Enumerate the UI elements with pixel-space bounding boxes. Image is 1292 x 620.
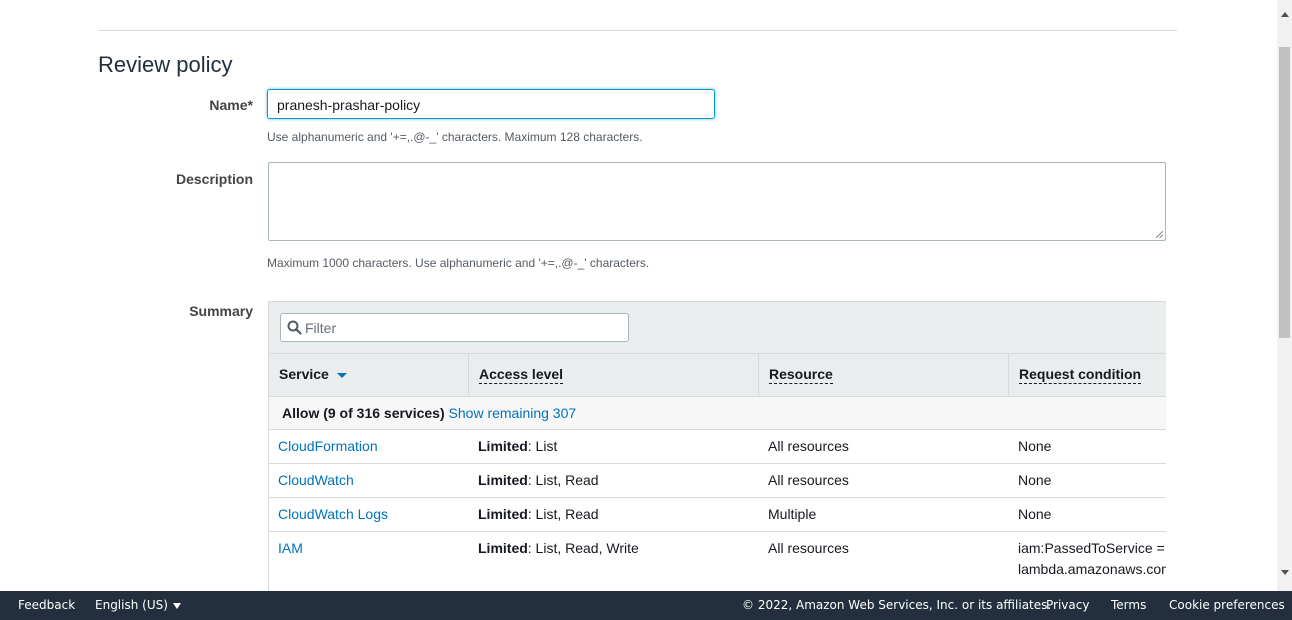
console-footer: Feedback English (US) © 2022, Amazon Web… bbox=[0, 591, 1292, 620]
allow-group-row: Allow (9 of 316 services) Show remaining… bbox=[269, 396, 1166, 430]
service-link[interactable]: CloudWatch Logs bbox=[278, 498, 388, 531]
name-label: Name* bbox=[209, 97, 253, 113]
column-resource[interactable]: Resource bbox=[759, 354, 1009, 397]
column-access-level-label: Access level bbox=[479, 366, 564, 384]
scroll-down-arrow-icon[interactable] bbox=[1281, 570, 1289, 575]
service-link[interactable]: CloudFormation bbox=[278, 430, 378, 463]
page-title: Review policy bbox=[98, 52, 233, 77]
resource-cell: Multiple bbox=[768, 506, 817, 522]
description-label: Description bbox=[175, 171, 253, 187]
resource-cell: All resources bbox=[768, 472, 849, 488]
condition-cell: None bbox=[1018, 472, 1052, 488]
summary-label: Summary bbox=[189, 303, 253, 319]
column-access-level[interactable]: Access level bbox=[469, 354, 759, 397]
access-level-cell: Limited: List, Read bbox=[478, 506, 599, 522]
scrollbar-thumb[interactable] bbox=[1279, 47, 1290, 338]
condition-line: iam:PassedToService = bbox=[1018, 540, 1165, 556]
column-resource-label: Resource bbox=[769, 366, 833, 384]
access-level-cell: Limited: List bbox=[478, 438, 558, 454]
scroll-up-arrow-icon[interactable] bbox=[1281, 12, 1289, 17]
filter-bar: Filter bbox=[269, 302, 1166, 353]
privacy-link[interactable]: Privacy bbox=[1046, 591, 1089, 620]
copyright-text: © 2022, Amazon Web Services, Inc. or its… bbox=[742, 598, 1052, 612]
table-row: IAM Limited: List, Read, Write All resou… bbox=[269, 532, 1166, 591]
column-request-condition[interactable]: Request condition bbox=[1009, 354, 1166, 397]
language-label: English (US) bbox=[95, 598, 168, 612]
caret-down-icon bbox=[172, 602, 181, 609]
service-link[interactable]: IAM bbox=[278, 532, 303, 565]
search-icon bbox=[287, 320, 302, 335]
language-selector[interactable]: English (US) bbox=[95, 591, 181, 620]
table-header: Service Access level Resource Request co… bbox=[269, 353, 1166, 397]
policy-name-input[interactable]: pranesh-prashar-policy bbox=[267, 89, 715, 119]
description-help-text: Maximum 1000 characters. Use alphanumeri… bbox=[267, 256, 650, 270]
sort-descending-icon[interactable] bbox=[336, 372, 347, 378]
description-textarea[interactable] bbox=[268, 162, 1166, 241]
section-divider bbox=[98, 30, 1177, 31]
cookie-preferences-link[interactable]: Cookie preferences bbox=[1169, 591, 1285, 620]
resource-cell: All resources bbox=[768, 438, 849, 454]
access-level-cell: Limited: List, Read, Write bbox=[478, 540, 639, 556]
show-remaining-link[interactable]: Show remaining 307 bbox=[449, 405, 577, 421]
condition-line: lambda.amazonaws.com bbox=[1018, 561, 1166, 577]
column-request-condition-label: Request condition bbox=[1019, 366, 1142, 384]
resize-grip-icon[interactable] bbox=[1156, 231, 1163, 238]
table-row: CloudWatch Logs Limited: List, Read Mult… bbox=[269, 498, 1166, 532]
column-service[interactable]: Service bbox=[269, 354, 469, 397]
access-level-cell: Limited: List, Read bbox=[478, 472, 599, 488]
feedback-link[interactable]: Feedback bbox=[18, 591, 75, 620]
table-row: CloudFormation Limited: List All resourc… bbox=[269, 430, 1166, 464]
summary-table: Filter Service Access level Resource Req… bbox=[268, 301, 1166, 591]
column-service-label: Service bbox=[279, 366, 329, 382]
table-row: CloudWatch Limited: List, Read All resou… bbox=[269, 464, 1166, 498]
filter-input[interactable]: Filter bbox=[280, 313, 629, 342]
condition-cell: iam:PassedToService = lambda.amazonaws.c… bbox=[1018, 532, 1166, 580]
page-content: Review policy Name* pranesh-prashar-poli… bbox=[0, 0, 1277, 591]
terms-link[interactable]: Terms bbox=[1111, 591, 1146, 620]
condition-cell: None bbox=[1018, 438, 1052, 454]
page-scrollbar[interactable] bbox=[1277, 0, 1292, 591]
filter-placeholder: Filter bbox=[305, 320, 337, 336]
name-help-text: Use alphanumeric and '+=,.@-_' character… bbox=[267, 130, 643, 144]
resource-cell: All resources bbox=[768, 540, 849, 556]
service-link[interactable]: CloudWatch bbox=[278, 464, 354, 497]
allow-group-title: Allow (9 of 316 services) bbox=[282, 405, 445, 421]
condition-cell: None bbox=[1018, 506, 1052, 522]
